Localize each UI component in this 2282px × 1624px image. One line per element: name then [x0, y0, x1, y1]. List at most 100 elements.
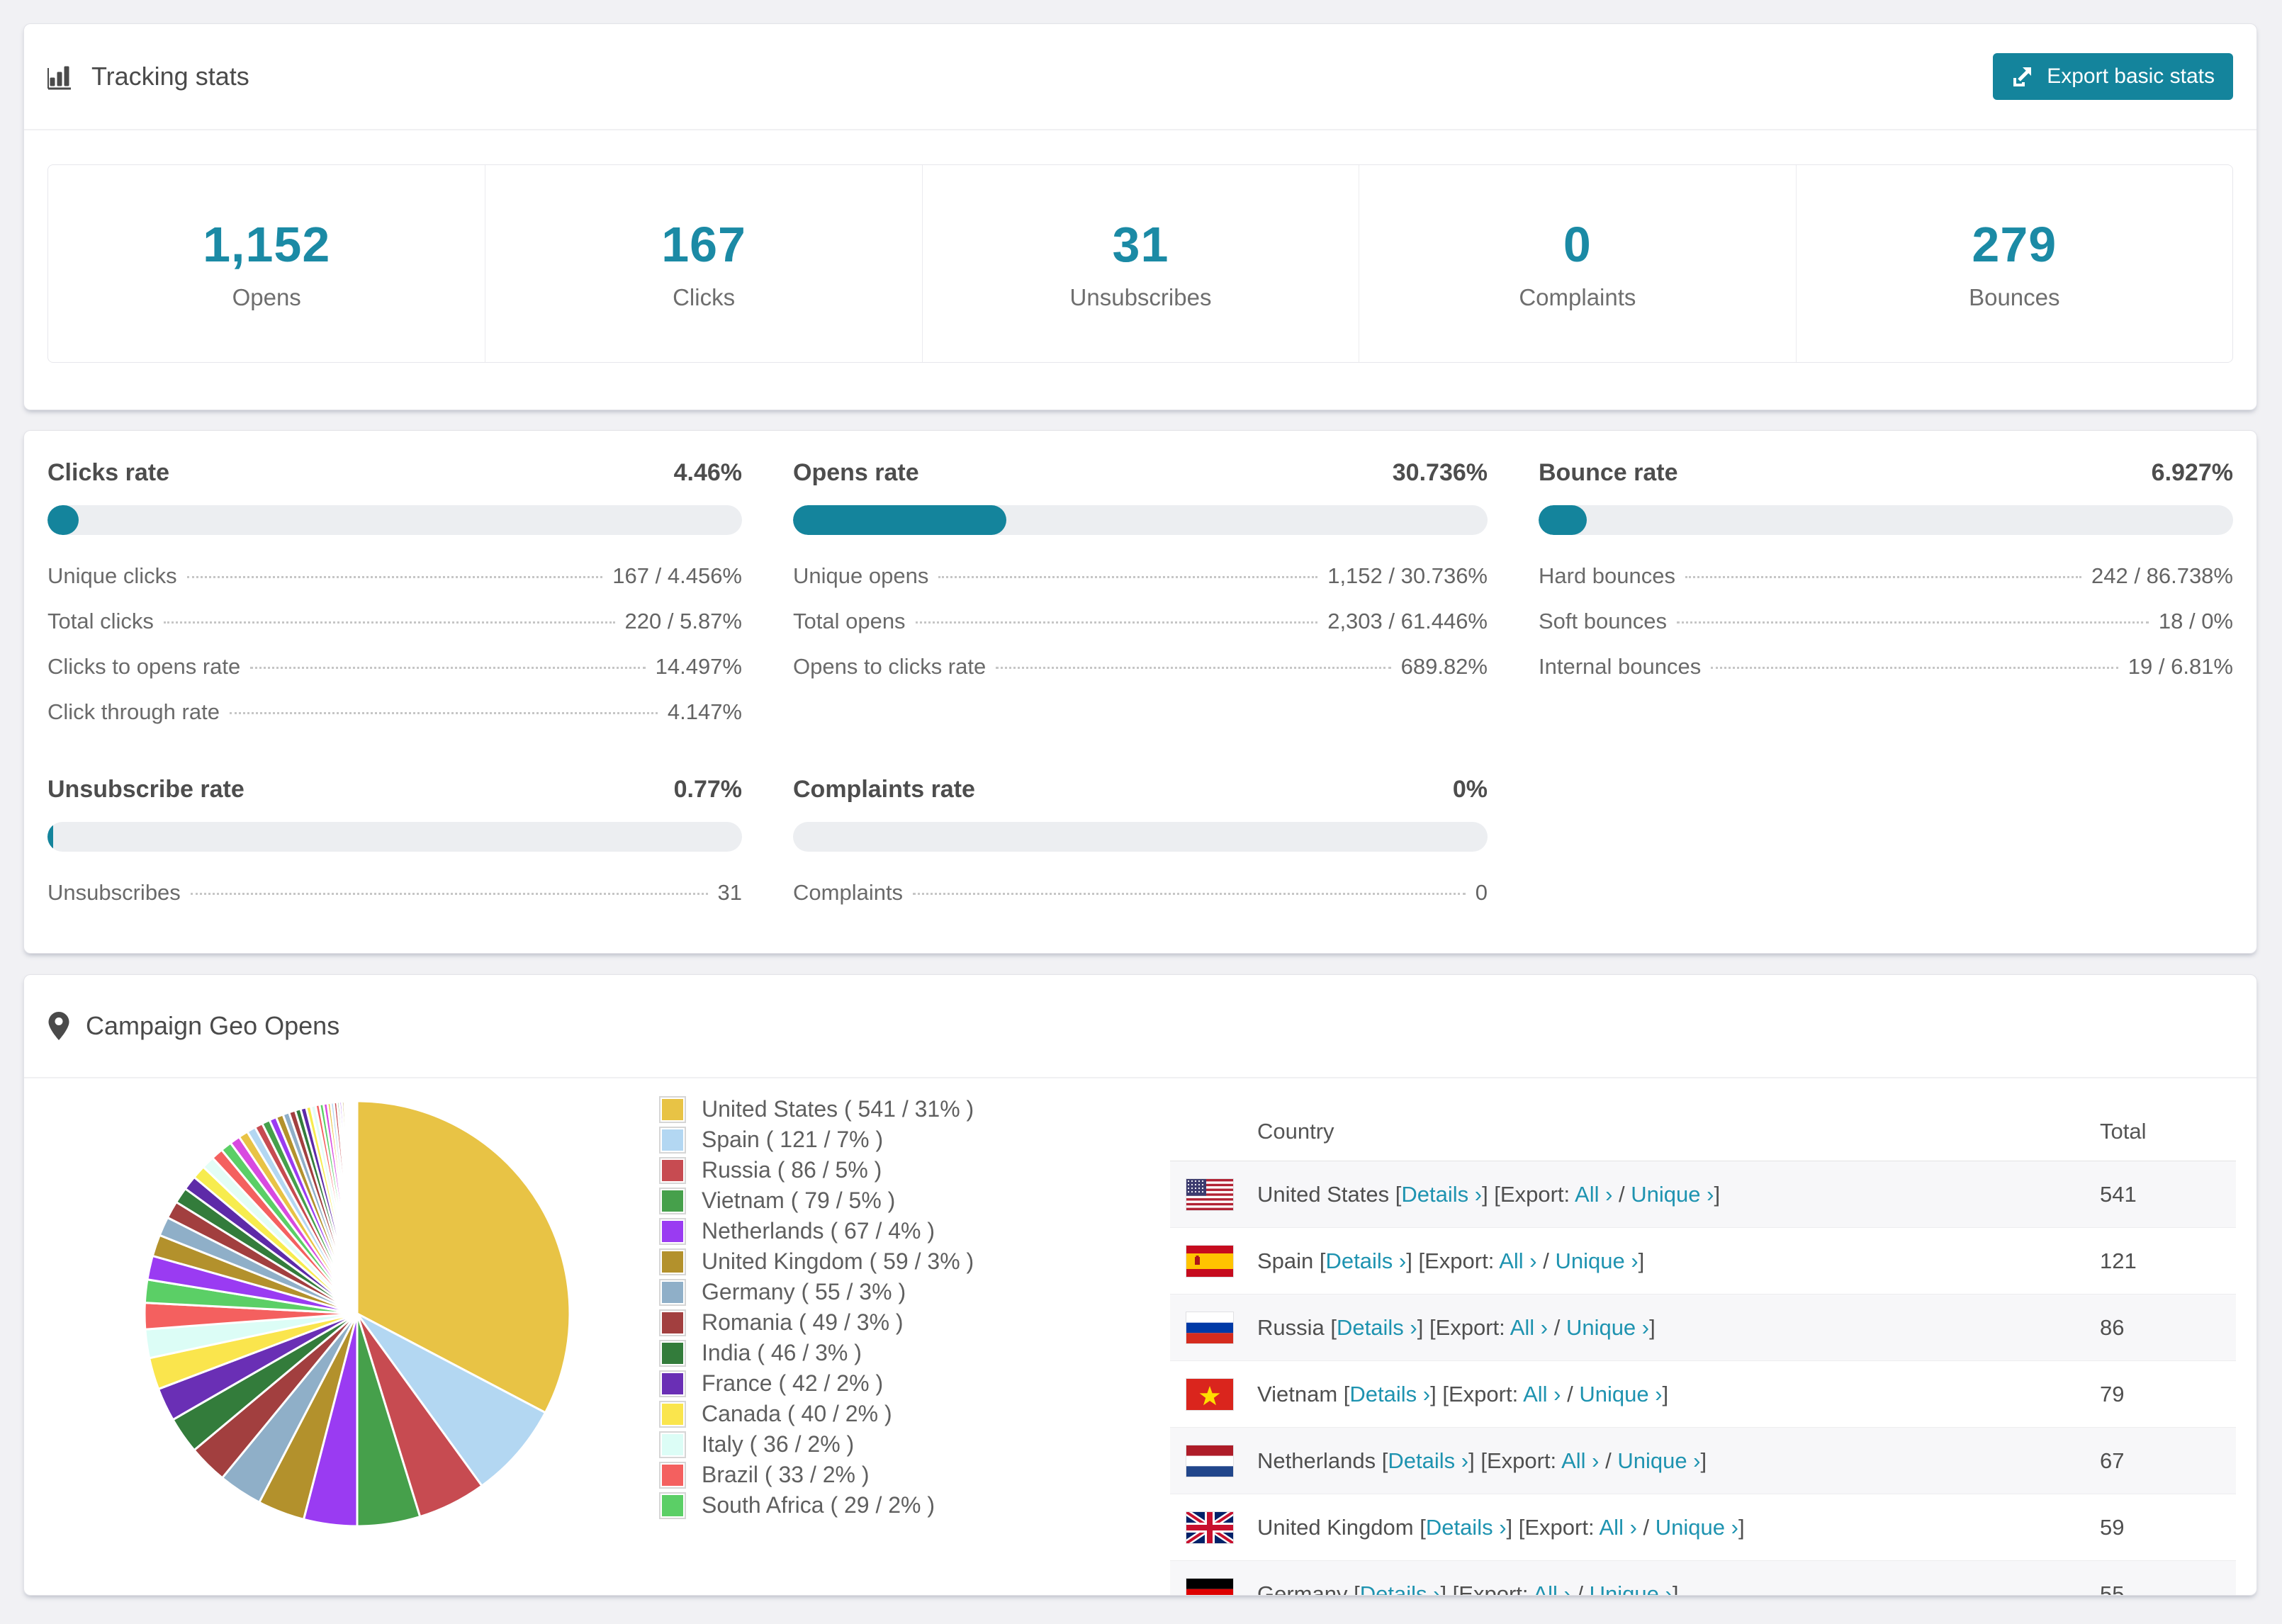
export-all-link[interactable]: All ›	[1533, 1581, 1570, 1596]
bracket: ]	[1430, 1381, 1443, 1406]
export-prefix: [Export:	[1494, 1181, 1575, 1207]
legend-item-italy: Italy ( 36 / 2% )	[662, 1429, 974, 1460]
country-name: Vietnam	[1257, 1381, 1338, 1406]
geo-table-header: Country Total	[1170, 1103, 2236, 1161]
stat-complaints-value: 0	[1563, 217, 1592, 272]
country-name: Germany	[1257, 1581, 1348, 1596]
rate-detail-label: Hard bounces	[1539, 563, 1676, 588]
export-all-link[interactable]: All ›	[1561, 1448, 1599, 1473]
map-pin-icon	[47, 1011, 70, 1041]
bracket: ]	[1506, 1514, 1519, 1540]
rate-detail-label: Total clicks	[47, 609, 154, 633]
rate-detail-row: Opens to clicks rate 689.82%	[793, 644, 1488, 689]
geo-opens-pie-chart[interactable]	[139, 1095, 575, 1532]
stat-bounces: 279 Bounces	[1795, 165, 2232, 362]
details-link[interactable]: Details ›	[1426, 1515, 1507, 1540]
rate-detail-row: Internal bounces 19 / 6.81%	[1539, 644, 2233, 689]
export-unique-link[interactable]: Unique ›	[1617, 1448, 1700, 1473]
details-link[interactable]: Details ›	[1388, 1448, 1468, 1473]
details-link[interactable]: Details ›	[1349, 1382, 1430, 1406]
export-unique-link[interactable]: Unique ›	[1579, 1382, 1662, 1406]
stat-clicks-value: 167	[661, 217, 746, 272]
total-cell: 86	[2100, 1314, 2125, 1340]
rates-card: Clicks rate 4.46% Unique clicks 167 / 4.…	[23, 430, 2257, 954]
flag-gb-icon	[1186, 1511, 1234, 1544]
rate-panel-bounce-rate: Bounce rate 6.927% Hard bounces 242 / 86…	[1539, 459, 2233, 735]
rate-detail-row: Unique opens 1,152 / 30.736%	[793, 553, 1488, 599]
total-cell: 79	[2100, 1381, 2125, 1406]
export-all-link[interactable]: All ›	[1523, 1382, 1561, 1406]
rate-detail-value: 0	[1475, 880, 1488, 905]
country-cell: Netherlands [Details ›] [Export: All › /…	[1257, 1448, 2100, 1474]
stat-unsubscribes-value: 31	[1112, 217, 1169, 272]
rate-detail-label: Unique opens	[793, 563, 929, 588]
export-all-link[interactable]: All ›	[1510, 1315, 1548, 1340]
legend-label: South Africa ( 29 / 2% )	[702, 1492, 935, 1518]
rate-detail-rows: Unique opens 1,152 / 30.736% Total opens…	[793, 553, 1488, 689]
legend-label: Canada ( 40 / 2% )	[702, 1401, 892, 1426]
legend-swatch	[662, 1129, 683, 1151]
dotted-leader	[229, 712, 658, 714]
campaign-geo-opens-card: Campaign Geo Opens United States ( 541 /…	[23, 974, 2257, 1596]
export-unique-link[interactable]: Unique ›	[1656, 1515, 1738, 1540]
export-prefix: [Export:	[1480, 1448, 1562, 1473]
legend-label: Brazil ( 33 / 2% )	[702, 1462, 870, 1487]
details-link[interactable]: Details ›	[1360, 1581, 1441, 1596]
legend-label: Italy ( 36 / 2% )	[702, 1431, 855, 1457]
rate-detail-value: 2,303 / 61.446%	[1327, 609, 1488, 633]
legend-label: Netherlands ( 67 / 4% )	[702, 1218, 935, 1244]
bracket: ]	[1662, 1381, 1669, 1406]
export-unique-link[interactable]: Unique ›	[1631, 1182, 1714, 1207]
export-all-link[interactable]: All ›	[1499, 1248, 1536, 1273]
flag-cell	[1170, 1511, 1257, 1544]
stat-unsubscribes-label: Unsubscribes	[1069, 284, 1212, 310]
geo-title-wrap: Campaign Geo Opens	[47, 1011, 339, 1041]
export-basic-stats-button[interactable]: Export basic stats	[1993, 53, 2233, 100]
rate-detail-row: Clicks to opens rate 14.497%	[47, 644, 742, 689]
geo-table-row-united-kingdom: United Kingdom [Details ›] [Export: All …	[1170, 1494, 2236, 1561]
bracket: [	[1354, 1581, 1360, 1596]
legend-item-spain: Spain ( 121 / 7% )	[662, 1124, 974, 1155]
legend-label: Germany ( 55 / 3% )	[702, 1279, 906, 1304]
export-unique-link[interactable]: Unique ›	[1566, 1315, 1649, 1340]
rate-detail-row: Unique clicks 167 / 4.456%	[47, 553, 742, 599]
country-cell: Russia [Details ›] [Export: All › / Uniq…	[1257, 1315, 2100, 1341]
rate-detail-label: Soft bounces	[1539, 609, 1667, 633]
slash: /	[1553, 1314, 1566, 1340]
stat-opens-label: Opens	[232, 284, 301, 310]
export-all-link[interactable]: All ›	[1575, 1182, 1612, 1207]
geo-table-body: United States [Details ›] [Export: All ›…	[1170, 1161, 2236, 1596]
rate-detail-label: Opens to clicks rate	[793, 654, 987, 679]
stat-unsubscribes: 31 Unsubscribes	[921, 165, 1359, 362]
export-all-link[interactable]: All ›	[1600, 1515, 1637, 1540]
rate-panel-value: 30.736%	[1392, 459, 1488, 486]
dotted-leader	[250, 667, 646, 669]
column-header-total: Total	[2100, 1119, 2147, 1144]
rate-progress-track	[793, 505, 1488, 535]
legend-swatch	[662, 1159, 683, 1181]
dotted-leader	[186, 576, 603, 578]
bracket: ]	[1406, 1248, 1419, 1273]
rate-panel-title: Bounce rate	[1539, 459, 1678, 486]
export-prefix: [Export:	[1452, 1581, 1534, 1596]
stat-opens-value: 1,152	[203, 217, 331, 272]
slash: /	[1619, 1181, 1631, 1207]
rate-detail-value: 18 / 0%	[2158, 609, 2233, 633]
rate-detail-row: Total opens 2,303 / 61.446%	[793, 599, 1488, 644]
tracking-stats-header: Tracking stats Export basic stats	[24, 24, 2256, 130]
rate-panel-head: Opens rate 30.736%	[793, 459, 1488, 487]
legend-item-united-kingdom: United Kingdom ( 59 / 3% )	[662, 1246, 974, 1277]
export-unique-link[interactable]: Unique ›	[1555, 1248, 1638, 1273]
flag-cell	[1170, 1377, 1257, 1411]
export-unique-link[interactable]: Unique ›	[1590, 1581, 1673, 1596]
dotted-leader	[190, 893, 708, 895]
details-link[interactable]: Details ›	[1326, 1248, 1407, 1273]
tracking-stats-card: Tracking stats Export basic stats 1,152 …	[23, 23, 2257, 410]
rate-detail-label: Total opens	[793, 609, 906, 633]
details-link[interactable]: Details ›	[1401, 1182, 1482, 1207]
rate-detail-label: Click through rate	[47, 699, 220, 724]
export-prefix: [Export:	[1518, 1514, 1600, 1540]
bracket: ]	[1649, 1314, 1656, 1340]
details-link[interactable]: Details ›	[1337, 1315, 1417, 1340]
rates-grid: Clicks rate 4.46% Unique clicks 167 / 4.…	[24, 431, 2256, 915]
